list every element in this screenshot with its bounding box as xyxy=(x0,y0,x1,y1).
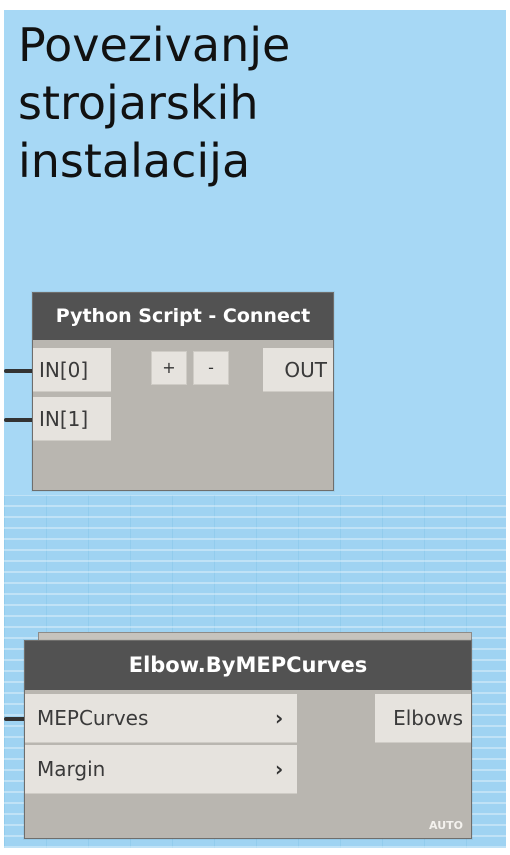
mepcurves-wire xyxy=(4,717,26,721)
port-elbows[interactable]: Elbows xyxy=(375,694,471,743)
group-title: Povezivanje strojarskih instalacija xyxy=(18,18,291,188)
port-margin-label: Margin xyxy=(37,757,106,781)
workspace-canvas[interactable]: Povezivanje strojarskih instalacija Pyth… xyxy=(4,10,506,848)
chevron-right-icon: › xyxy=(275,706,284,730)
elbow-bymepcurves-node[interactable]: Elbow.ByMEPCurves MEPCurves › Margin › E… xyxy=(24,640,472,839)
lacing-badge[interactable]: AUTO xyxy=(429,819,463,832)
input-wire-0 xyxy=(4,369,34,373)
elbow-node-header[interactable]: Elbow.ByMEPCurves xyxy=(25,641,471,690)
port-out[interactable]: OUT xyxy=(263,348,333,392)
remove-input-button[interactable]: - xyxy=(193,351,229,385)
port-in-1[interactable]: IN[1] xyxy=(33,397,111,441)
port-in-0[interactable]: IN[0] xyxy=(33,348,111,392)
python-node-header[interactable]: Python Script - Connect xyxy=(33,293,333,340)
chevron-right-icon: › xyxy=(275,757,284,781)
port-mepcurves[interactable]: MEPCurves › xyxy=(25,694,297,743)
port-mepcurves-label: MEPCurves xyxy=(37,706,149,730)
port-margin[interactable]: Margin › xyxy=(25,745,297,794)
python-script-node[interactable]: Python Script - Connect IN[0] IN[1] + - … xyxy=(32,292,334,491)
add-input-button[interactable]: + xyxy=(151,351,187,385)
input-wire-1 xyxy=(4,418,34,422)
